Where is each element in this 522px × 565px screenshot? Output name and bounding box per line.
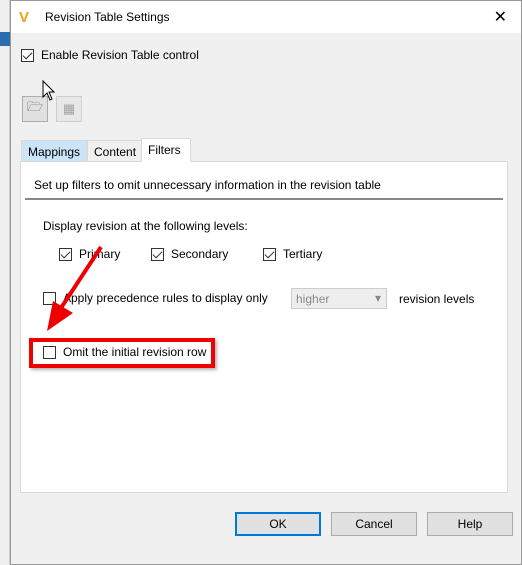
precedence-level-select[interactable]: higher [291,288,387,309]
enable-control-label: Enable Revision Table control [41,48,199,62]
title-bar: V Revision Table Settings ✕ [11,1,521,33]
close-button[interactable]: ✕ [494,7,507,27]
tab-label: Content [94,145,137,159]
tab-content[interactable]: Content [87,140,142,162]
select-value: higher [296,292,330,306]
table-import-icon: ▦ [62,101,76,116]
tab-label: Filters [148,143,181,157]
filters-description: Set up filters to omit unnecessary infor… [34,178,381,192]
help-button[interactable]: Help [427,512,513,536]
divider [25,198,503,200]
checkbox[interactable] [151,247,164,261]
checkbox[interactable] [21,48,34,62]
folder-settings-icon: 🗁 [26,99,44,114]
checkbox[interactable] [263,247,276,261]
tertiary-label: Tertiary [283,247,323,261]
precedence-suffix: revision levels [399,292,475,306]
annotation-arrow-icon [47,245,103,331]
window-title: Revision Table Settings [45,10,170,24]
app-logo-icon: V [19,9,30,26]
table-import-button[interactable]: ▦ [56,96,82,122]
levels-label: Display revision at the following levels… [43,219,248,233]
secondary-checkbox[interactable]: Secondary [151,247,228,261]
mouse-cursor-icon [42,80,56,101]
cancel-button[interactable]: Cancel [331,512,417,536]
tertiary-checkbox[interactable]: Tertiary [263,247,322,261]
tab-label: Mappings [28,145,81,159]
tab-filters[interactable]: Filters [141,138,191,162]
annotation-highlight-box [29,338,215,368]
ok-button[interactable]: OK [235,512,321,536]
background-app [0,0,10,565]
enable-control-checkbox[interactable]: Enable Revision Table control [21,48,199,62]
revision-table-settings-dialog: V Revision Table Settings ✕ Enable Revis… [10,0,522,565]
secondary-label: Secondary [171,247,229,261]
tab-mappings[interactable]: Mappings [21,140,87,162]
